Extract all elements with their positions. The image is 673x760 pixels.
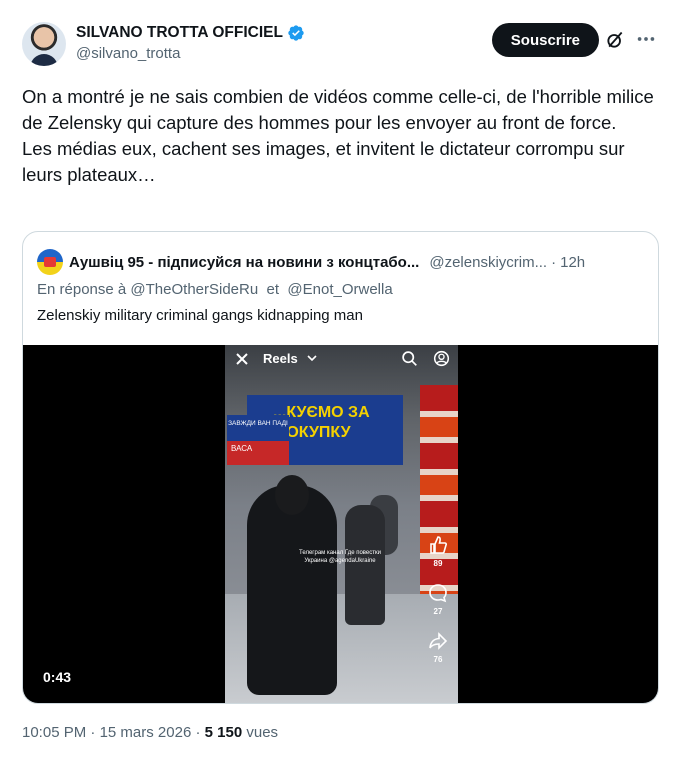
reply-mention-1[interactable]: @TheOtherSideRu <box>130 281 258 298</box>
author-avatar[interactable] <box>22 22 66 66</box>
author-name-row: SILVANO TROTTA OFFICIEL <box>76 24 305 42</box>
quoted-tweet[interactable]: Аушвіц 95 - підписуйся на новини з концт… <box>22 231 659 704</box>
person-figure <box>247 485 337 695</box>
comment-action: 27 <box>426 583 450 631</box>
share-action: 76 <box>426 631 450 679</box>
quoted-timestamp[interactable]: 12h <box>560 254 585 271</box>
tweet-text: On a montré je ne sais combien de vidéos… <box>22 84 662 188</box>
meta-separator-1: · <box>86 724 100 741</box>
subscribe-button[interactable]: Souscrire <box>491 23 599 57</box>
store-banner-text: ...КУЄМО ЗА ...ОКУПКУ <box>273 404 370 441</box>
reply-prefix: En réponse à <box>37 281 127 298</box>
meta-separator-2: · <box>191 724 205 741</box>
video-frame: ...КУЄМО ЗА ...ОКУПКУ ЗАВЖДИ ВАН ПАДІ ВА… <box>225 345 458 703</box>
tweet-meta: 10:05 PM · 15 mars 2026 · 5 150 vues <box>22 724 278 741</box>
comment-count: 27 <box>433 607 443 616</box>
video-player[interactable]: ...КУЄМО ЗА ...ОКУПКУ ЗАВЖДИ ВАН ПАДІ ВА… <box>23 345 658 703</box>
store-sign-blue: ЗАВЖДИ ВАН ПАДІ <box>227 415 289 441</box>
person-head <box>275 475 309 515</box>
view-count: 5 150 <box>204 724 243 741</box>
tweet-date[interactable]: 15 mars 2026 <box>100 724 192 741</box>
author-name[interactable]: SILVANO TROTTA OFFICIEL <box>76 24 283 42</box>
share-count: 76 <box>433 655 443 664</box>
reels-label: Reels <box>263 351 298 366</box>
chevron-down-icon <box>307 355 317 362</box>
video-duration: 0:43 <box>35 666 80 688</box>
person-figure-second <box>345 505 385 625</box>
like-count: 89 <box>433 559 443 568</box>
tweet-time[interactable]: 10:05 PM <box>22 724 86 741</box>
reply-mention-2[interactable]: @Enot_Orwella <box>287 281 392 298</box>
quoted-author-handle[interactable]: @zelenskiycrim... <box>429 254 547 271</box>
thumbs-up-icon <box>430 536 447 554</box>
search-icon <box>402 351 417 366</box>
tweet-text-paragraph-2: Les médias eux, cachent ses images, et i… <box>22 138 625 185</box>
quoted-author-name[interactable]: Аушвіц 95 - підписуйся на новини з концт… <box>69 254 419 271</box>
quoted-tweet-text: Zelenskiy military criminal gangs kidnap… <box>37 307 363 324</box>
author-info: SILVANO TROTTA OFFICIEL @silvano_trotta <box>76 24 305 62</box>
video-watermark: Телеграм канал Где повестки Украина @age… <box>299 550 381 564</box>
reels-top-bar: Reels <box>225 345 458 375</box>
comment-icon <box>429 584 447 603</box>
quoted-tweet-header: Аушвіц 95 - підписуйся на новини з концт… <box>37 249 646 275</box>
store-sign-red: ВАСА <box>227 441 289 465</box>
reels-side-actions: 89 27 76 <box>426 535 450 679</box>
like-action: 89 <box>426 535 450 583</box>
verified-badge-icon <box>288 25 304 41</box>
author-handle[interactable]: @silvano_trotta <box>76 45 305 62</box>
reply-joiner: et <box>266 281 280 298</box>
profile-icon <box>433 350 450 367</box>
quoted-separator: · <box>551 253 557 271</box>
tweet-header: SILVANO TROTTA OFFICIEL @silvano_trotta … <box>22 20 657 68</box>
quoted-author-avatar[interactable] <box>37 249 63 275</box>
grok-icon[interactable] <box>605 30 625 50</box>
more-icon[interactable] <box>635 28 657 50</box>
view-label: vues <box>246 724 279 741</box>
reply-context: En réponse à @TheOtherSideRu et @Enot_Or… <box>37 281 393 298</box>
tweet-text-paragraph-1: On a montré je ne sais combien de vidéos… <box>22 86 654 133</box>
close-icon <box>236 353 248 365</box>
share-icon <box>429 632 448 650</box>
